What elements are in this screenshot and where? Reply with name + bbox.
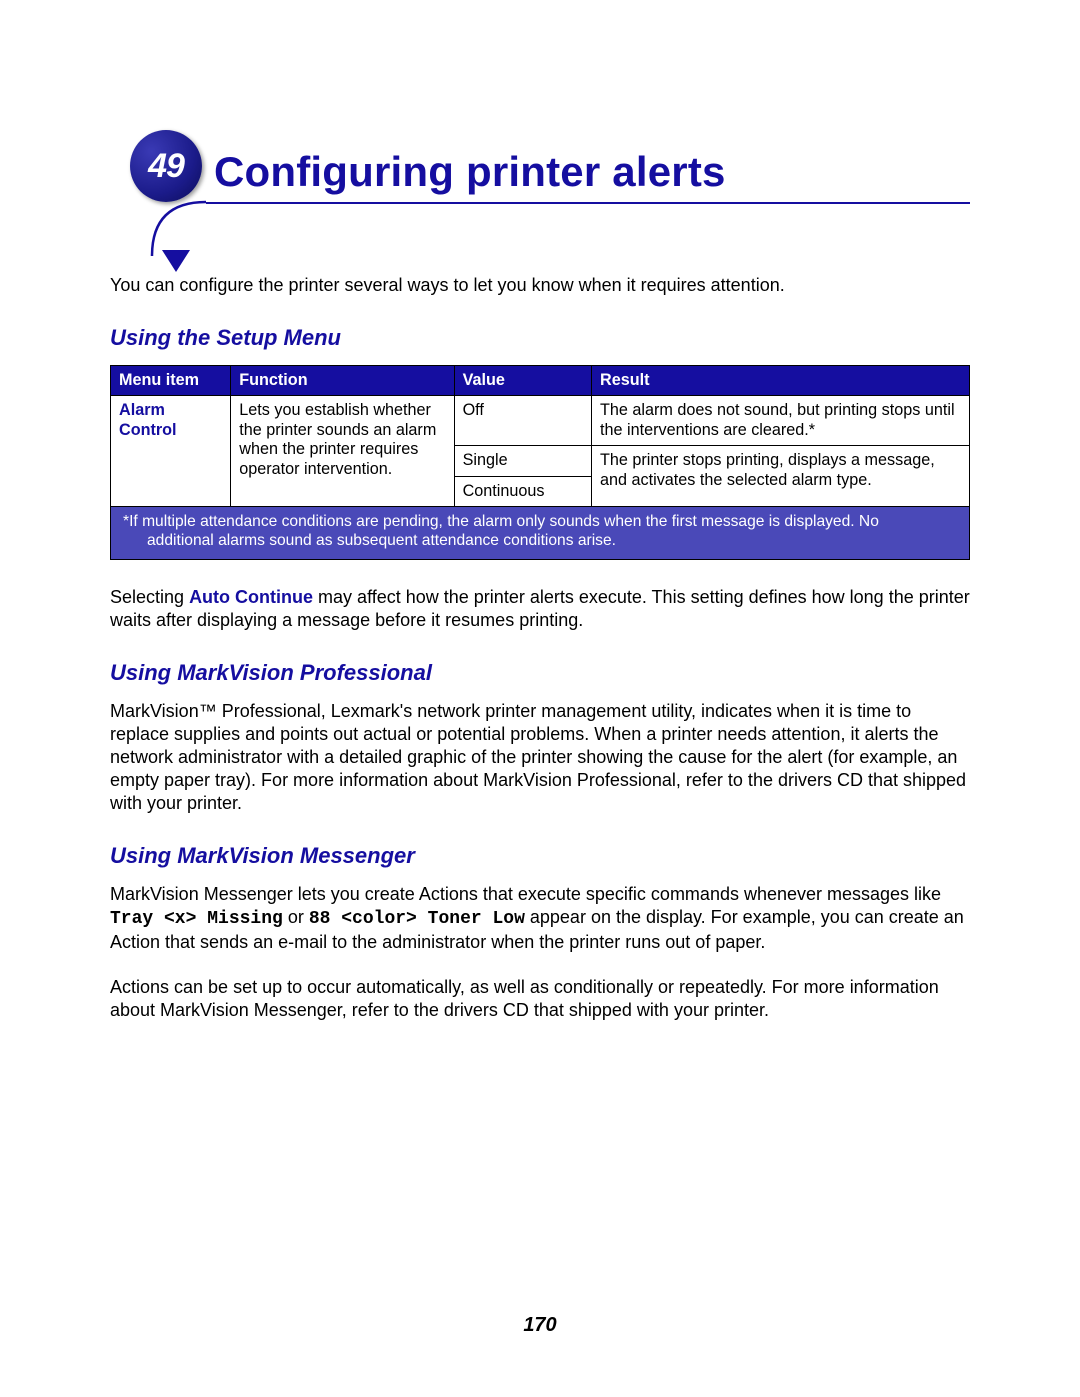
table-header-row: Menu item Function Value Result [111, 366, 970, 396]
th-result: Result [592, 366, 970, 396]
chapter-title: Configuring printer alerts [214, 130, 970, 196]
after-table-paragraph: Selecting Auto Continue may affect how t… [110, 586, 970, 632]
auto-continue-link[interactable]: Auto Continue [189, 587, 313, 607]
footnote-line1: *If multiple attendance conditions are p… [123, 513, 879, 530]
cell-menu-item: Alarm Control [111, 396, 231, 507]
alerts-table: Menu item Function Value Result Alarm Co… [110, 365, 970, 560]
markvision-messenger-p2: Actions can be set up to occur automatic… [110, 976, 970, 1022]
header-arrow-icon [162, 250, 190, 278]
footnote-line2: additional alarms sound as subsequent at… [123, 532, 957, 551]
section-heading-markvision-messenger: Using MarkVision Messenger [110, 843, 970, 869]
page-number: 170 [0, 1314, 1080, 1337]
cell-value: Single [454, 446, 591, 476]
mm-p1-mid: or [283, 907, 309, 927]
th-menu-item: Menu item [111, 366, 231, 396]
code-toner-low: 88 <color> Toner Low [309, 909, 525, 929]
table-footnote: *If multiple attendance conditions are p… [111, 507, 970, 559]
cell-function: Lets you establish whether the printer s… [231, 396, 454, 507]
table-footnote-row: *If multiple attendance conditions are p… [111, 507, 970, 559]
cell-value: Continuous [454, 476, 591, 506]
mm-p1-a: MarkVision Messenger lets you create Act… [110, 884, 941, 904]
markvision-pro-paragraph: MarkVision™ Professional, Lexmark's netw… [110, 700, 970, 815]
markvision-messenger-p1: MarkVision Messenger lets you create Act… [110, 883, 970, 954]
th-value: Value [454, 366, 591, 396]
code-tray-missing: Tray <x> Missing [110, 909, 283, 929]
chapter-number-badge: 49 [130, 130, 202, 202]
chapter-header: 49 Configuring printer alerts [110, 130, 970, 204]
section-heading-markvision-pro: Using MarkVision Professional [110, 660, 970, 686]
th-function: Function [231, 366, 454, 396]
intro-paragraph: You can configure the printer several wa… [110, 274, 970, 297]
chapter-number: 49 [148, 147, 184, 186]
table-row: Alarm Control Lets you establish whether… [111, 396, 970, 446]
cell-value: Off [454, 396, 591, 446]
cell-result: The printer stops printing, displays a m… [592, 446, 970, 507]
section-heading-setup-menu: Using the Setup Menu [110, 325, 970, 351]
header-underline [206, 202, 970, 204]
cell-result: The alarm does not sound, but printing s… [592, 396, 970, 446]
after-table-pre: Selecting [110, 587, 189, 607]
